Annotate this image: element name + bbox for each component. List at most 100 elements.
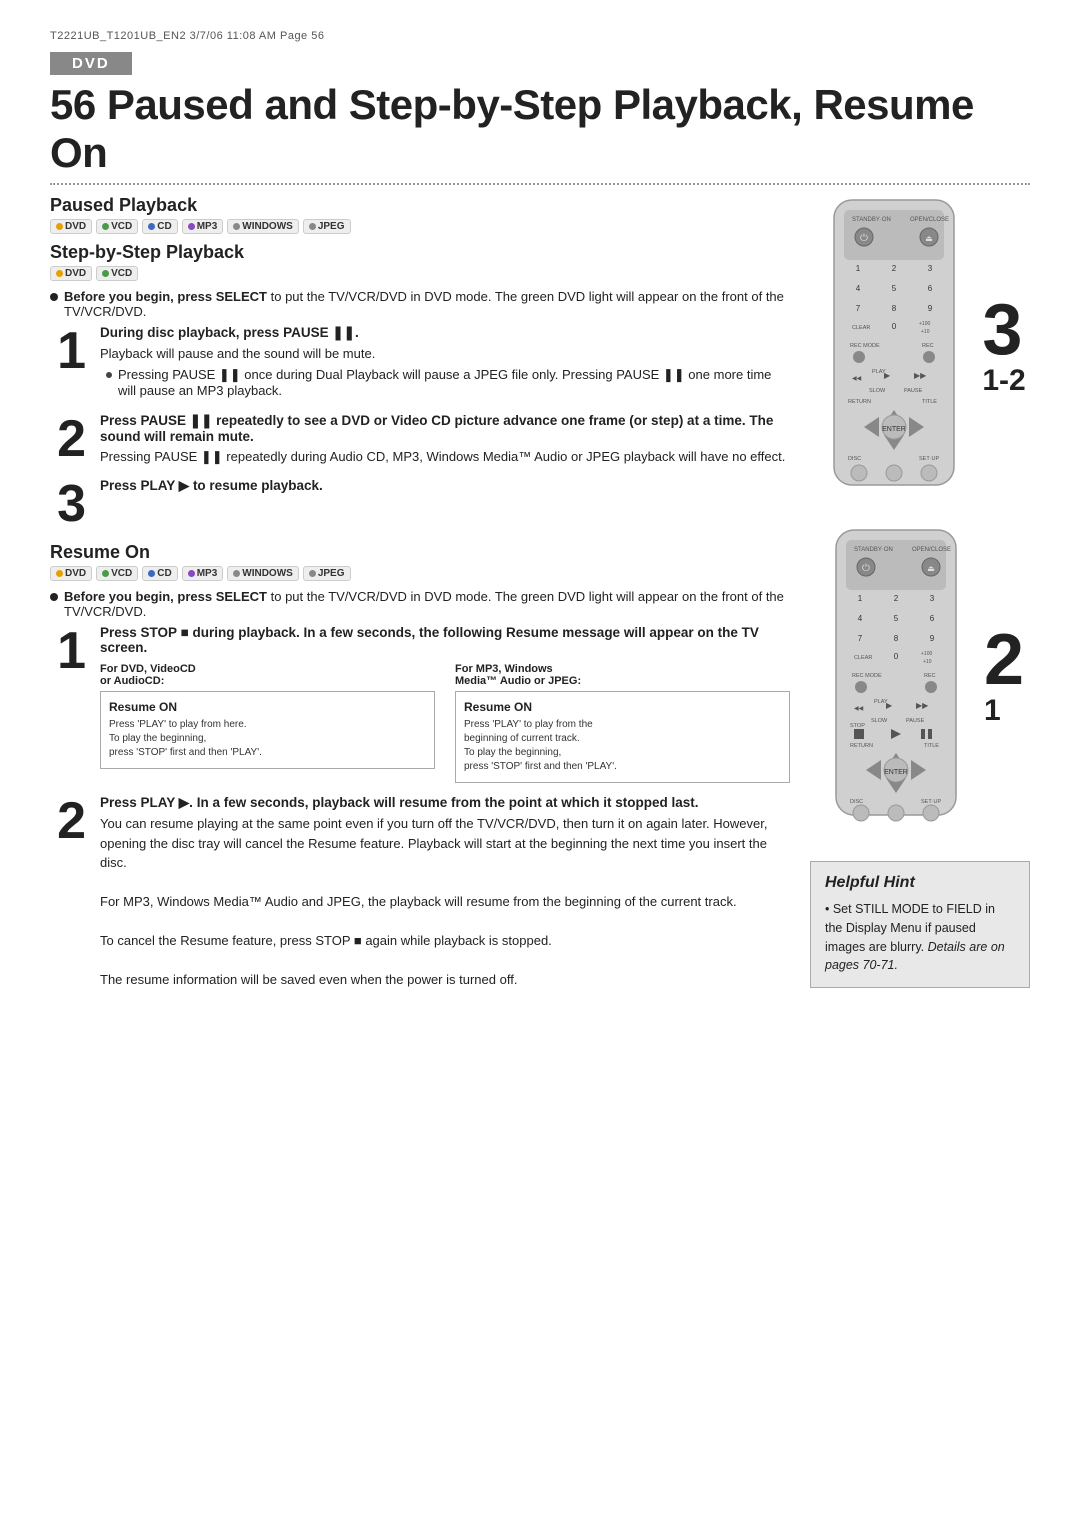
- remote-bottom-svg: STANDBY·ON OPEN/CLOSE ⏻ ⏏ 1 2 3 4 5 6 7 …: [816, 525, 976, 825]
- cd-dot3: [148, 570, 155, 577]
- resume-step-2-body: You can resume playing at the same point…: [100, 814, 790, 990]
- resume-step-1-number: 1: [50, 625, 86, 677]
- vcd-dot: [102, 223, 109, 230]
- compat-windows3: WINDOWS: [227, 566, 299, 581]
- svg-text:0: 0: [892, 322, 897, 331]
- main-layout: Paused Playback DVD VCD CD MP3 WINDOWS J…: [50, 195, 1030, 1002]
- resume-step-1-title: Press STOP ■ during playback. In a few s…: [100, 625, 790, 655]
- resume-boxes: For DVD, VideoCDor AudioCD: Resume ON Pr…: [100, 663, 790, 783]
- helpful-hint-text: • Set STILL MODE to FIELD in the Display…: [825, 902, 1005, 972]
- step-2-title: Press PAUSE ❚❚ repeatedly to see a DVD o…: [100, 413, 790, 444]
- step-compat-icons: DVD VCD: [50, 266, 790, 281]
- resume-box-mp3-title: Resume ON: [464, 700, 781, 714]
- svg-text:+10: +10: [921, 329, 930, 335]
- compat-vcd: VCD: [96, 219, 138, 234]
- svg-text:7: 7: [858, 634, 863, 643]
- remote-top-svg: STANDBY·ON OPEN/CLOSE ⏻ ⏏ 1 2 3 4 5 6: [814, 195, 974, 495]
- main-title: 56 Paused and Step-by-Step Playback, Res…: [50, 81, 1030, 177]
- svg-text:8: 8: [892, 304, 897, 313]
- resume-box-mp3-label: For MP3, WindowsMedia™ Audio or JPEG:: [455, 663, 790, 687]
- step-3-title: Press PLAY ▶ to resume playback.: [100, 478, 790, 494]
- svg-text:6: 6: [928, 284, 933, 293]
- resume-step-2: 2 Press PLAY ▶. In a few seconds, playba…: [50, 795, 790, 990]
- svg-text:+100: +100: [921, 651, 932, 657]
- vcd-dot3: [102, 570, 109, 577]
- step-nums-top: 3 1-2: [982, 294, 1025, 396]
- svg-text:PLAY: PLAY: [872, 369, 886, 375]
- left-column: Paused Playback DVD VCD CD MP3 WINDOWS J…: [50, 195, 790, 1002]
- svg-text:TITLE: TITLE: [922, 399, 937, 405]
- step-1: 1 During disc playback, press PAUSE ❚❚. …: [50, 325, 790, 401]
- svg-text:5: 5: [894, 614, 899, 623]
- svg-text:CLEAR: CLEAR: [852, 325, 870, 331]
- dotted-divider: [50, 183, 1030, 185]
- svg-text:◀◀: ◀◀: [852, 376, 862, 382]
- mp3-dot3: [188, 570, 195, 577]
- step-2-number: 2: [50, 413, 86, 465]
- svg-text:RETURN: RETURN: [848, 399, 871, 405]
- svg-text:1: 1: [856, 264, 861, 273]
- svg-text:5: 5: [892, 284, 897, 293]
- svg-text:6: 6: [930, 614, 935, 623]
- svg-text:⏻: ⏻: [862, 563, 870, 574]
- step-1-sub-text: Pressing PAUSE ❚❚ once during Dual Playb…: [118, 367, 790, 398]
- svg-text:OPEN/CLOSE: OPEN/CLOSE: [912, 547, 951, 553]
- resume-compat-icons: DVD VCD CD MP3 WINDOWS JPEG: [50, 566, 790, 581]
- step-2-content: Press PAUSE ❚❚ repeatedly to see a DVD o…: [100, 413, 790, 467]
- helpful-hint-body: • Set STILL MODE to FIELD in the Display…: [825, 900, 1015, 975]
- svg-text:0: 0: [894, 652, 899, 661]
- svg-text:◀◀: ◀◀: [854, 706, 864, 712]
- right-column: STANDBY·ON OPEN/CLOSE ⏻ ⏏ 1 2 3 4 5 6: [810, 195, 1030, 1002]
- mp3-dot: [188, 223, 195, 230]
- sub-bullet-dot: [106, 372, 112, 378]
- step-num-bottom-2: 2: [984, 624, 1024, 696]
- svg-text:STOP: STOP: [850, 723, 865, 729]
- svg-text:SLOW: SLOW: [869, 388, 886, 394]
- compat-jpeg3: JPEG: [303, 566, 351, 581]
- svg-text:OPEN/CLOSE: OPEN/CLOSE: [910, 217, 949, 223]
- before-begin-note: Before you begin, press SELECT to put th…: [50, 289, 790, 319]
- resume-box-dvd-label: For DVD, VideoCDor AudioCD:: [100, 663, 435, 687]
- svg-text:RETURN: RETURN: [850, 743, 873, 749]
- compat-dvd3: DVD: [50, 566, 92, 581]
- svg-text:SLOW: SLOW: [871, 718, 888, 724]
- svg-text:8: 8: [894, 634, 899, 643]
- compat-dvd: DVD: [50, 219, 92, 234]
- step-3: 3 Press PLAY ▶ to resume playback.: [50, 478, 790, 530]
- svg-text:CLEAR: CLEAR: [854, 655, 872, 661]
- win-dot: [233, 223, 240, 230]
- svg-text:3: 3: [930, 594, 935, 603]
- win-dot3: [233, 570, 240, 577]
- svg-text:7: 7: [856, 304, 861, 313]
- resume-box-dvd-wrap: For DVD, VideoCDor AudioCD: Resume ON Pr…: [100, 663, 435, 783]
- svg-text:3: 3: [928, 264, 933, 273]
- svg-text:▶▶: ▶▶: [916, 701, 929, 710]
- svg-text:PAUSE: PAUSE: [904, 388, 923, 394]
- step-nums-bottom: 2 1: [984, 624, 1024, 726]
- resume-step-1-content: Press STOP ■ during playback. In a few s…: [100, 625, 790, 783]
- svg-text:+100: +100: [919, 321, 930, 327]
- resume-box-dvd: Resume ON Press 'PLAY' to play from here…: [100, 691, 435, 769]
- svg-text:+10: +10: [923, 659, 932, 665]
- svg-text:DISC: DISC: [848, 456, 861, 462]
- compat-vcd2: VCD: [96, 266, 138, 281]
- remote-bottom-wrap: STANDBY·ON OPEN/CLOSE ⏻ ⏏ 1 2 3 4 5 6 7 …: [816, 525, 1024, 825]
- dvd-dot: [56, 223, 63, 230]
- paused-compat-icons: DVD VCD CD MP3 WINDOWS JPEG: [50, 219, 790, 234]
- resume-before-begin: Before you begin, press SELECT to put th…: [50, 589, 790, 619]
- dvd-dot2: [56, 270, 63, 277]
- svg-text:⏏: ⏏: [927, 564, 935, 573]
- resume-box-mp3-text: Press 'PLAY' to play from thebeginning o…: [464, 718, 781, 774]
- svg-text:STANDBY·ON: STANDBY·ON: [854, 547, 893, 553]
- remote-top-wrap: STANDBY·ON OPEN/CLOSE ⏻ ⏏ 1 2 3 4 5 6: [814, 195, 1025, 495]
- svg-text:⏻: ⏻: [860, 233, 868, 244]
- step-2-body: Pressing PAUSE ❚❚ repeatedly during Audi…: [100, 447, 790, 467]
- dvd-badge: DVD: [50, 52, 132, 75]
- bullet-dot-1: [50, 293, 58, 301]
- svg-text:4: 4: [856, 284, 861, 293]
- jpeg-dot: [309, 223, 316, 230]
- svg-text:2: 2: [892, 264, 897, 273]
- step-1-number: 1: [50, 325, 86, 377]
- svg-text:2: 2: [894, 594, 899, 603]
- svg-text:DISC: DISC: [850, 799, 863, 805]
